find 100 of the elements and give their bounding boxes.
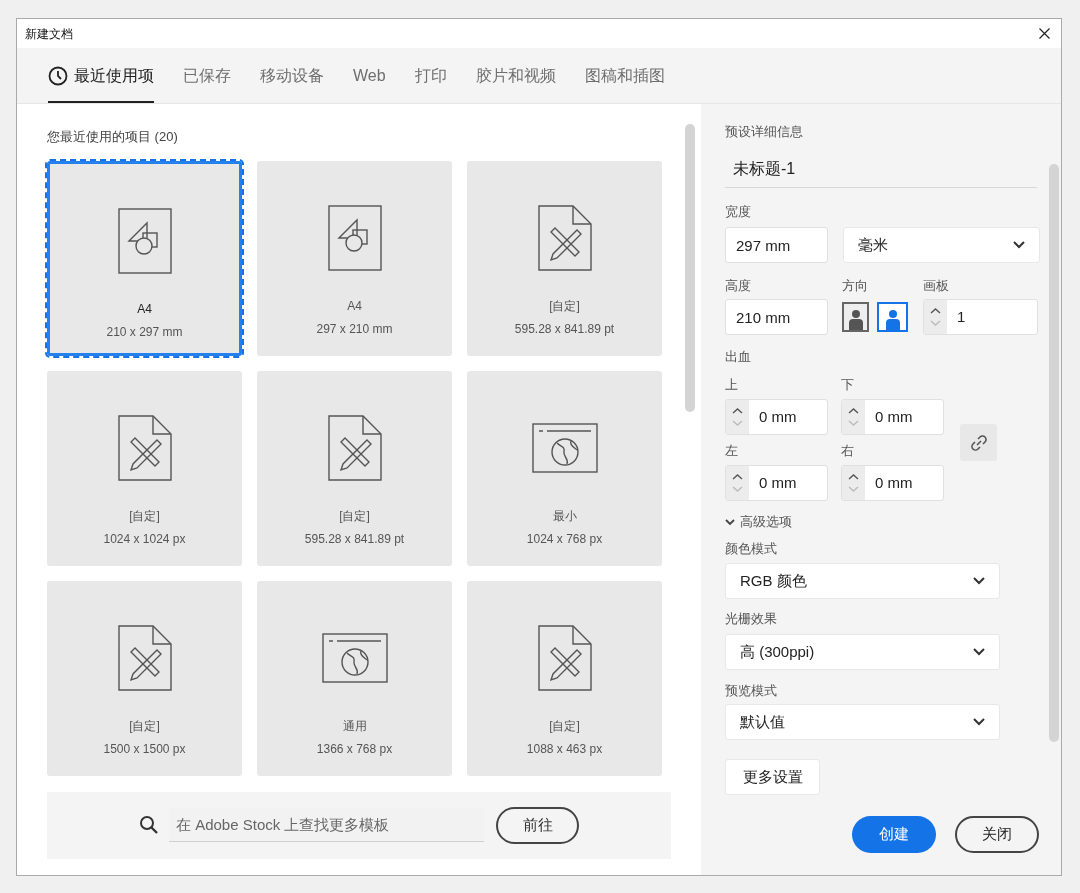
width-field[interactable]: 297 mm: [725, 227, 828, 263]
panel-heading: 预设详细信息: [725, 124, 804, 139]
stepper-value: 0 mm: [874, 406, 913, 427]
tab[interactable]: 图稿和插图: [584, 48, 665, 103]
tab[interactable]: 胶片和视频: [475, 48, 556, 103]
person-icon: [884, 308, 901, 330]
preset-size: 1088 x 463 px: [526, 740, 603, 758]
preset-name: [自定]: [129, 507, 160, 525]
browser-globe-icon: [320, 631, 389, 684]
preset-name: [自定]: [549, 297, 580, 315]
stepper-arrows-icon: [726, 400, 749, 434]
document-ruler-pencil-icon: [116, 623, 173, 692]
stepper-value: 1: [956, 306, 966, 327]
dropdown[interactable]: 默认值: [725, 704, 1000, 740]
stepper-field[interactable]: 1: [923, 299, 1038, 335]
tab[interactable]: 移动设备: [260, 48, 324, 103]
stepper-field[interactable]: 0 mm: [841, 399, 944, 435]
preset-card[interactable]: [自定] 1088 x 463 px: [467, 580, 662, 776]
preset-name: A4: [137, 300, 152, 318]
link-icon: [968, 432, 989, 453]
preset-size: 210 x 297 mm: [106, 323, 183, 341]
dropdown[interactable]: 高 (300ppi): [725, 634, 1000, 670]
scrollbar[interactable]: [685, 124, 695, 412]
preset-size: 297 x 210 mm: [316, 320, 393, 338]
stepper-field[interactable]: 0 mm: [725, 465, 828, 501]
preset-size: 1024 x 1024 px: [103, 530, 186, 548]
stepper-value: 0 mm: [758, 406, 797, 427]
search-icon: [139, 815, 159, 835]
field-label: 上: [725, 377, 739, 392]
go-button[interactable]: 前往: [496, 806, 579, 844]
person-icon: [847, 308, 864, 330]
field-label: 光栅效果: [725, 611, 778, 626]
preset-card[interactable]: A4 297 x 210 mm: [257, 160, 452, 356]
preset-card[interactable]: 通用 1366 x 768 px: [257, 580, 452, 776]
preset-name: [自定]: [339, 507, 370, 525]
stepper-field[interactable]: 0 mm: [725, 399, 828, 435]
height-field[interactable]: 210 mm: [725, 299, 828, 335]
tab[interactable]: 打印: [414, 48, 447, 103]
tab[interactable]: 已保存: [183, 48, 231, 103]
preset-card[interactable]: A4 210 x 297 mm: [47, 160, 242, 356]
field-label: 颜色模式: [725, 541, 778, 556]
dropdown[interactable]: 毫米: [843, 227, 1040, 263]
create-button[interactable]: 创建: [852, 816, 936, 853]
preset-size: 1366 x 768 px: [316, 740, 393, 758]
field-label: 左: [725, 443, 739, 458]
document-shapes-icon: [116, 206, 173, 275]
document-shapes-icon: [326, 203, 383, 272]
preset-card[interactable]: [自定] 1024 x 1024 px: [47, 370, 242, 566]
chevron-down-icon: [973, 718, 985, 726]
stepper-field[interactable]: 0 mm: [841, 465, 944, 501]
stepper-value: 0 mm: [758, 472, 797, 493]
preset-name: 最小: [552, 507, 577, 525]
scrollbar[interactable]: [1049, 164, 1059, 742]
field-label: 下: [841, 377, 855, 392]
window-title: 新建文档: [25, 25, 73, 43]
link-button[interactable]: [960, 424, 997, 461]
portrait-button[interactable]: [842, 302, 869, 332]
preset-card[interactable]: [自定] 1500 x 1500 px: [47, 580, 242, 776]
document-ruler-pencil-icon: [536, 203, 593, 272]
preset-size: 595.28 x 841.89 pt: [304, 530, 405, 548]
field-label: 画板: [923, 278, 949, 293]
more-settings-button[interactable]: 更多设置: [725, 759, 820, 795]
stock-search-bar[interactable]: 在 Adobe Stock 上查找更多模板 前往: [47, 791, 671, 859]
chevron-icon: [725, 518, 735, 526]
clock-icon: [48, 65, 68, 86]
document-name-field[interactable]: 未标题-1: [725, 151, 1037, 188]
preset-name: 通用: [342, 717, 367, 735]
field-label: 出血: [725, 349, 752, 364]
landscape-button[interactable]: [877, 302, 908, 332]
section-heading: 您最近使用的项目 (20): [47, 128, 179, 146]
document-ruler-pencil-icon: [536, 623, 593, 692]
field-label: 高度: [725, 278, 752, 293]
preset-card[interactable]: [自定] 595.28 x 841.89 pt: [467, 160, 662, 356]
browser-globe-icon: [530, 421, 599, 474]
document-ruler-pencil-icon: [326, 413, 383, 482]
preset-name: A4: [347, 297, 362, 315]
stepper-arrows-icon: [842, 466, 865, 500]
tab[interactable]: 最近使用项: [48, 48, 154, 103]
preset-card[interactable]: 最小 1024 x 768 px: [467, 370, 662, 566]
preset-card[interactable]: [自定] 595.28 x 841.89 pt: [257, 370, 452, 566]
stepper-value: 0 mm: [874, 472, 913, 493]
close-button[interactable]: 关闭: [955, 816, 1039, 853]
field-label: 方向: [842, 278, 869, 293]
preset-name: [自定]: [549, 717, 580, 735]
chevron-down-icon: [973, 577, 985, 585]
preset-name: [自定]: [129, 717, 160, 735]
document-ruler-pencil-icon: [116, 413, 173, 482]
advanced-options-toggle[interactable]: 高级选项: [725, 514, 792, 530]
close-icon[interactable]: [1039, 28, 1050, 39]
stepper-arrows-icon: [924, 300, 947, 334]
field-label: 预览模式: [725, 683, 778, 698]
dropdown[interactable]: RGB 颜色: [725, 563, 1000, 599]
field-label: 宽度: [725, 204, 752, 219]
field-label: 右: [841, 443, 855, 458]
stepper-arrows-icon: [842, 400, 865, 434]
preset-size: 595.28 x 841.89 pt: [514, 320, 615, 338]
chevron-down-icon: [973, 648, 985, 656]
preset-size: 1500 x 1500 px: [103, 740, 186, 758]
stepper-arrows-icon: [726, 466, 749, 500]
tab[interactable]: Web: [353, 48, 386, 103]
